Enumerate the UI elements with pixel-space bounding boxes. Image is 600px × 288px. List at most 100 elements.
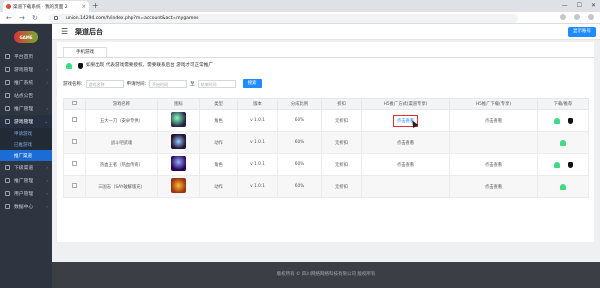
date-separator: 至 <box>190 81 195 87</box>
bell-icon <box>5 93 10 98</box>
sidebar-item-label: 推广管理 <box>14 179 34 184</box>
chevron-right-icon: › <box>46 67 48 72</box>
minimize-icon[interactable]: — <box>562 0 568 11</box>
games-table: 游戏名称 图标 类型 版本 分成比例 折扣 H5推广方式(渠道专享) H5推广下… <box>63 98 589 198</box>
column-header: 图标 <box>157 98 200 110</box>
extension-icon[interactable] <box>560 14 566 20</box>
game-icon <box>171 134 186 149</box>
game-version: v 1.0.1 <box>237 109 278 132</box>
row-checkbox[interactable] <box>72 161 77 166</box>
url-field[interactable]: union.14294.com/h/index.php?m=account&ac… <box>48 13 518 23</box>
sidebar-item-announcements[interactable]: 站点公告 <box>0 89 52 102</box>
browser-tab[interactable]: 渠道下载系统 · 我的页面 2 × <box>3 1 89 12</box>
sidebar-item-promo-manage[interactable]: 推广管理 › <box>0 102 52 115</box>
flag-icon <box>5 178 10 183</box>
row-select[interactable] <box>63 131 86 154</box>
sidebar-item-label: 游戏管理 <box>14 120 34 125</box>
page-title: 渠道后台 <box>75 28 103 36</box>
row-checkbox[interactable] <box>72 117 77 122</box>
view-download-link[interactable]: 点击查看 <box>485 185 502 190</box>
sidebar-item-home[interactable]: 平台首页 <box>0 50 52 63</box>
account-button[interactable]: 显示账号 <box>568 27 596 37</box>
game-version: v 1.0.1 <box>237 175 278 198</box>
sidebar-subitem-promoted[interactable]: 已推游戏 <box>0 139 52 150</box>
end-date-input[interactable]: 结束时间 <box>197 79 236 88</box>
back-icon[interactable]: ← <box>6 13 12 23</box>
game-name: 热血王者（热血传奇） <box>85 153 158 176</box>
reload-icon[interactable]: ↻ <box>32 13 38 23</box>
game-version: v 1.0.1 <box>237 153 278 176</box>
home-icon <box>5 54 10 59</box>
hamburger-menu-icon[interactable]: ☰ <box>61 27 68 36</box>
tab-divider <box>57 57 594 58</box>
column-header: 分成比例 <box>277 98 322 110</box>
sidebar-item-sub-channels[interactable]: 下级渠道 › <box>0 161 52 174</box>
sidebar-subitem-apply[interactable]: 申请游戏 <box>0 128 52 139</box>
ios-download-icon[interactable] <box>567 161 573 168</box>
game-type: 角色 <box>199 109 238 132</box>
sidebar-subitem-channels[interactable]: 推广渠道 <box>0 150 52 161</box>
sidebar-item-promo-manage-2[interactable]: 推广管理 › <box>0 174 52 187</box>
sidebar-item-games[interactable]: 游戏管理 › <box>0 63 52 76</box>
game-name: 五大一刀（安卓专供） <box>85 109 158 132</box>
browser-toolbar-icons <box>560 14 594 20</box>
tab-mobile-games[interactable]: 手机游戏 <box>63 47 107 57</box>
h5-promo-cell: 点击查看 <box>361 109 450 132</box>
view-download-link[interactable]: 点击查看 <box>485 163 502 168</box>
sidebar-item-game-manage[interactable]: 游戏管理 ⌄ <box>0 115 52 128</box>
address-bar: ← → ↻ union.14294.com/h/index.php?m=acco… <box>0 12 600 24</box>
select-all-header[interactable] <box>63 98 86 110</box>
chevron-down-icon: ⌄ <box>44 119 48 124</box>
sidebar-item-promo-system[interactable]: 推广系统 › <box>0 76 52 89</box>
game-version: v 1.0.1 <box>237 131 278 154</box>
android-download-icon[interactable] <box>560 183 566 190</box>
maximize-icon[interactable]: ☐ <box>577 0 582 11</box>
game-type: 动作 <box>199 131 238 154</box>
row-checkbox[interactable] <box>72 139 77 144</box>
column-header: 版本 <box>237 98 278 110</box>
chevron-right-icon: › <box>46 165 48 170</box>
database-icon <box>5 204 10 209</box>
android-icon <box>66 63 72 69</box>
share-ratio: 60% <box>277 175 322 198</box>
chevron-right-icon: › <box>46 191 48 196</box>
profile-icon[interactable] <box>574 14 580 20</box>
row-select[interactable] <box>63 175 86 198</box>
discount: 无折扣 <box>321 131 362 154</box>
share-ratio: 60% <box>277 153 322 176</box>
android-download-icon[interactable] <box>560 139 566 146</box>
forward-icon[interactable]: → <box>19 13 25 23</box>
close-tab-icon[interactable]: × <box>82 4 86 10</box>
close-window-icon[interactable]: ✕ <box>591 0 596 11</box>
start-date-input[interactable]: 开始时间 <box>149 79 188 88</box>
search-button[interactable]: 搜索 <box>242 79 262 88</box>
site-favicon-icon <box>6 4 11 9</box>
game-icon <box>171 178 186 193</box>
share-icon <box>5 80 10 85</box>
view-download-link[interactable]: 点击查看 <box>485 119 502 124</box>
view-promo-link[interactable]: 点击查看 <box>397 141 414 146</box>
new-tab-button[interactable]: + <box>92 1 99 11</box>
logo: GAME <box>0 24 52 50</box>
browser-tab-bar: 渠道下载系统 · 我的页面 2 × + — ☐ ✕ <box>0 0 600 12</box>
main-content: 手机游戏 如果出现 代表游戏需要授权，需要联系后台 游戏才可正常推广 游戏名称:… <box>57 42 594 242</box>
view-promo-link[interactable]: 点击查看 <box>397 163 414 168</box>
row-checkbox[interactable] <box>72 183 77 188</box>
chevron-right-icon: › <box>46 204 48 209</box>
android-download-icon[interactable] <box>553 117 560 124</box>
row-select[interactable] <box>63 153 86 176</box>
discount: 无折扣 <box>321 175 362 198</box>
game-name-input[interactable]: 游戏名称 <box>85 79 124 88</box>
sidebar: GAME 平台首页 游戏管理 › 推广系统 › 站点公告 推广管理 › 游戏管理 ⌄ 申… <box>0 24 52 288</box>
game-icon-cell <box>157 175 200 198</box>
sidebar-item-label: 下级渠道 <box>14 166 34 171</box>
select-all-checkbox[interactable] <box>72 100 77 106</box>
page-footer: 版权所有 © 四川网络网络科技有限公司 版权所有 <box>52 262 600 288</box>
row-select[interactable] <box>63 109 86 132</box>
sidebar-item-users[interactable]: 用户管理 › <box>0 187 52 200</box>
ios-download-icon[interactable] <box>567 117 573 124</box>
menu-icon[interactable] <box>588 14 594 20</box>
sidebar-item-data-center[interactable]: 数据中心 › <box>0 200 52 213</box>
gamepad-icon <box>5 67 10 72</box>
android-download-icon[interactable] <box>553 161 560 168</box>
